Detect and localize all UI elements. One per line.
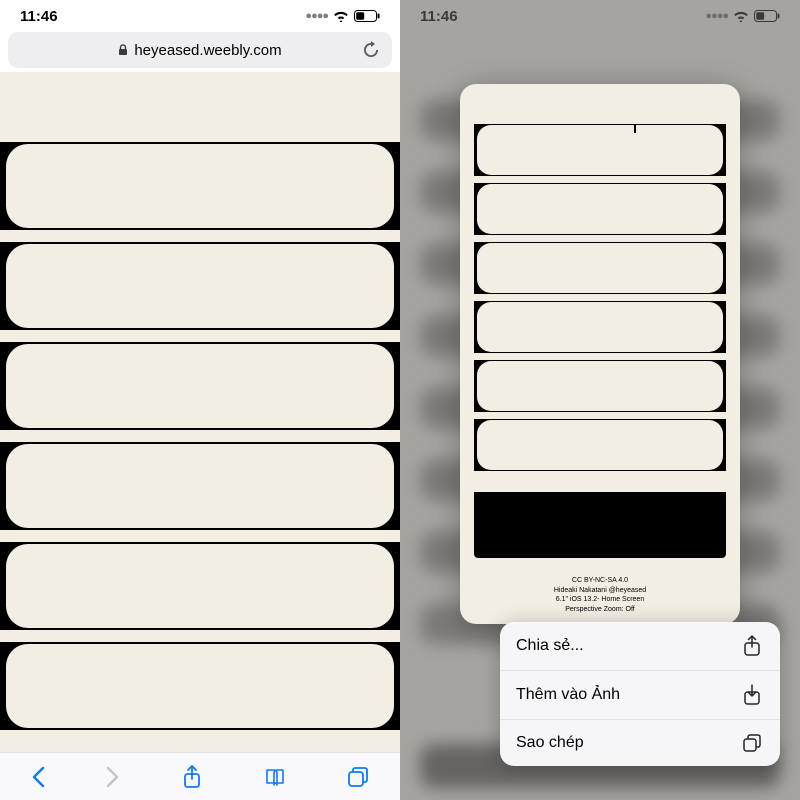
image-preview-card[interactable]: CC BY-NC-SA 4.0 Hideaki Nakatani @heyeas…: [460, 84, 740, 624]
caption-line: Perspective Zoom: Off: [460, 605, 740, 614]
menu-item-label: Thêm vào Ảnh: [516, 686, 620, 704]
caption-line: 6.1" iOS 13.2- Home Screen: [460, 595, 740, 604]
menu-item-add-to-photos[interactable]: Thêm vào Ảnh: [500, 671, 780, 720]
menu-item-label: Chia sẻ...: [516, 637, 584, 655]
phone-left-safari: 11:46 ●●●● heyeased.weebly.com: [0, 0, 400, 800]
caption-line: CC BY-NC-SA 4.0: [460, 576, 740, 585]
bookmarks-button[interactable]: [264, 767, 286, 787]
status-indicators: ●●●●: [305, 10, 380, 22]
wifi-icon: [733, 10, 749, 22]
share-icon: [742, 635, 764, 657]
battery-icon: [754, 10, 780, 22]
preview-notch-mark: [634, 124, 636, 133]
save-image-icon: [742, 684, 764, 706]
status-indicators: ●●●●: [705, 10, 780, 22]
tabs-button[interactable]: [347, 766, 369, 788]
battery-icon: [354, 10, 380, 22]
context-menu: Chia sẻ... Thêm vào Ảnh Sao chép: [500, 622, 780, 766]
share-button[interactable]: [182, 765, 202, 789]
back-button[interactable]: [31, 766, 45, 788]
status-time: 11:46: [420, 8, 458, 25]
lock-icon: [118, 44, 128, 56]
url-host: heyeased.weebly.com: [134, 42, 281, 59]
forward-button[interactable]: [106, 766, 120, 788]
wifi-icon: [333, 10, 349, 22]
menu-item-share[interactable]: Chia sẻ...: [500, 622, 780, 671]
cellular-dots-icon: ●●●●: [305, 10, 328, 22]
address-bar[interactable]: heyeased.weebly.com: [8, 32, 392, 68]
wallpaper-image: [0, 72, 400, 752]
preview-dock: [474, 492, 726, 558]
status-time: 11:46: [20, 8, 58, 25]
phone-right-preview: 11:46 ●●●● C: [400, 0, 800, 800]
preview-caption: CC BY-NC-SA 4.0 Hideaki Nakatani @heyeas…: [460, 576, 740, 614]
cellular-dots-icon: ●●●●: [705, 10, 728, 22]
status-bar-left: 11:46 ●●●●: [0, 0, 400, 32]
preview-wallpaper: [474, 124, 726, 514]
menu-item-copy[interactable]: Sao chép: [500, 720, 780, 766]
caption-line: Hideaki Nakatani @heyeased: [460, 586, 740, 595]
menu-item-label: Sao chép: [516, 734, 584, 752]
status-bar-right: 11:46 ●●●●: [400, 0, 800, 32]
page-content[interactable]: [0, 72, 400, 752]
safari-toolbar: [0, 752, 400, 800]
reload-icon[interactable]: [362, 41, 380, 59]
copy-icon: [742, 733, 764, 753]
